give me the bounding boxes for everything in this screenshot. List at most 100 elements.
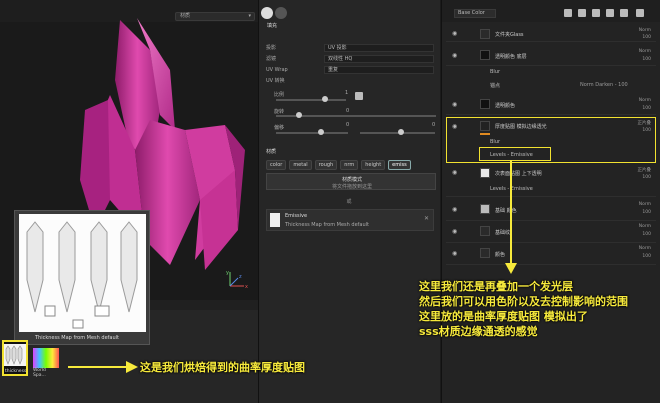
offset-knob-b[interactable] <box>398 129 404 135</box>
annotation-right-line-3: 这里放的是曲率厚度贴图 模拟出了 <box>419 310 588 323</box>
visibility-eye-icon[interactable]: ◉ <box>452 30 457 37</box>
rotation-label: 旋转 <box>274 109 285 115</box>
or-divider: 或 <box>346 199 352 205</box>
material-section-title: 材质 <box>266 149 277 155</box>
layer-item[interactable]: ◉ 透明颜色 底层 Norm 100 <box>446 46 656 66</box>
layer-item[interactable]: ◉ 透明颜色 Norm 100 <box>446 95 656 115</box>
layer-item[interactable]: ◉ 基础纹 Norm 100 <box>446 221 656 243</box>
highlight-box-layer <box>446 117 656 163</box>
layer-opacity[interactable]: 100 <box>642 175 651 180</box>
uv-transform-header[interactable]: UV 转换 <box>266 77 436 86</box>
layer-name: 文件夹Glass <box>495 32 524 38</box>
offset-value-b[interactable]: 0 <box>432 122 435 128</box>
layer-item[interactable]: ◉ 基础 颜色 Norm 100 <box>446 199 656 221</box>
folder-icon <box>480 29 490 39</box>
layer-blend[interactable]: Norm <box>639 202 651 207</box>
layer-effect-blur[interactable]: Blur <box>470 69 654 78</box>
layer-blend[interactable]: Norm <box>639 224 651 229</box>
add-mask-icon[interactable] <box>578 9 586 17</box>
layer-blend[interactable]: Norm <box>639 246 651 251</box>
material-channel-row: color metal rough nrm height emiss <box>266 160 436 170</box>
layer-opacity[interactable]: 100 <box>642 232 651 237</box>
layer-item[interactable]: ◉ 文件夹Glass Norm 100 <box>446 26 656 42</box>
lock-icon[interactable] <box>355 92 363 100</box>
prop-row-filter: 滤镜 双线性 HQ <box>266 55 436 64</box>
tab-properties[interactable] <box>261 7 273 19</box>
source-name: Emissive <box>285 213 308 219</box>
channel-blend-dropdown[interactable]: Base Color <box>454 9 496 18</box>
tiling-knob[interactable] <box>322 96 328 102</box>
layer-opacity[interactable]: 100 <box>642 254 651 259</box>
layer-name: 透明颜色 底层 <box>495 54 527 60</box>
layer-blend[interactable]: Norm <box>639 98 651 103</box>
prop-row-projection: 投影 UV 投影 <box>266 44 436 53</box>
uv-transform-label: UV 转换 <box>266 78 285 84</box>
layer-opacity[interactable]: 100 <box>642 210 651 215</box>
layer-blend[interactable]: Norm <box>639 28 651 33</box>
channel-emiss-button[interactable]: emiss <box>388 160 411 170</box>
layer-thumbnail <box>480 99 490 109</box>
layer-name: 颜色 <box>495 252 506 258</box>
world-space-thumbnail[interactable]: World Spa... <box>33 348 59 378</box>
visibility-eye-icon[interactable]: ◉ <box>452 228 457 235</box>
effect-value: Norm Darken - 100 <box>580 82 628 88</box>
add-layer-icon[interactable] <box>564 9 572 17</box>
visibility-eye-icon[interactable]: ◉ <box>452 250 457 257</box>
layer-opacity[interactable]: 100 <box>642 57 651 62</box>
channel-height-button[interactable]: height <box>361 160 386 170</box>
prop-row-uv-wrap: UV Wrap 重复 <box>266 66 436 75</box>
material-mode-subtitle: 将文件拖放到这里 <box>331 184 372 190</box>
section-fill-title: 填充 <box>267 23 278 29</box>
axis-gizmo: y x z <box>226 270 248 290</box>
close-icon[interactable]: ✕ <box>424 215 429 222</box>
visibility-eye-icon[interactable]: ◉ <box>452 169 457 176</box>
layer-blend[interactable]: 正片叠 <box>638 167 652 173</box>
tiling-slider[interactable] <box>276 99 346 101</box>
visibility-eye-icon[interactable]: ◉ <box>452 52 457 59</box>
layer-blend[interactable]: Norm <box>639 49 651 54</box>
source-description: Thickness Map from Mesh default <box>285 222 370 228</box>
rotation-value[interactable]: 0 <box>346 108 349 114</box>
annotation-right-line-4: sss材质边缘通透的感觉 <box>419 325 538 338</box>
delete-layer-icon[interactable] <box>636 9 644 17</box>
annotation-arrow-down <box>505 160 517 274</box>
folder-icon <box>480 226 490 236</box>
visibility-eye-icon[interactable]: ◉ <box>452 101 457 108</box>
tiling-label: 比例 <box>274 92 285 98</box>
folder-icon <box>480 248 490 258</box>
source-thumbnail <box>270 213 280 227</box>
annotation-right-line-1: 这里我们还是再叠加一个发光层 <box>419 280 573 293</box>
tiling-value[interactable]: 1 <box>345 90 348 96</box>
filter-dropdown[interactable]: 双线性 HQ <box>324 55 434 63</box>
highlight-box-levels <box>479 147 551 161</box>
thumbnail-label: World Spa... <box>33 368 46 378</box>
rotation-knob[interactable] <box>296 112 302 118</box>
add-effect-icon[interactable] <box>592 9 600 17</box>
add-fill-icon[interactable] <box>606 9 614 17</box>
channel-rough-button[interactable]: rough <box>314 160 338 170</box>
layer-name: 透明颜色 <box>495 103 516 109</box>
tab-texture[interactable] <box>275 7 287 19</box>
offset-slider-a[interactable] <box>276 132 348 134</box>
projection-dropdown[interactable]: UV 投影 <box>324 44 434 52</box>
offset-label: 偏移 <box>274 125 285 131</box>
emissive-source-card[interactable]: Emissive Thickness Map from Mesh default… <box>266 209 434 231</box>
visibility-eye-icon[interactable]: ◉ <box>452 206 457 213</box>
layer-effect-anchor[interactable]: 锚点 Norm Darken - 100 <box>470 82 654 91</box>
effect-label: Blur <box>490 69 501 75</box>
layer-opacity[interactable]: 100 <box>642 35 651 40</box>
channel-nrm-button[interactable]: nrm <box>340 160 359 170</box>
layer-opacity[interactable]: 100 <box>642 106 651 111</box>
offset-knob-a[interactable] <box>318 129 324 135</box>
layer-item[interactable]: ◉ 颜色 Norm 100 <box>446 243 656 265</box>
offset-value-a[interactable]: 0 <box>346 122 349 128</box>
channel-metal-button[interactable]: metal <box>289 160 312 170</box>
add-folder-icon[interactable] <box>620 9 628 17</box>
thickness-preview-tooltip: Thickness Map from Mesh default <box>14 210 150 345</box>
channel-color-button[interactable]: color <box>266 160 287 170</box>
material-mode-box[interactable]: 材质模式 将文件拖放到这里 <box>266 173 436 190</box>
thickness-map-thumbnail[interactable]: thickness <box>2 340 28 376</box>
uv-wrap-dropdown[interactable]: 重复 <box>324 66 434 74</box>
layer-effect-levels[interactable]: Levels - Emissive <box>470 186 654 195</box>
prop-key: UV Wrap <box>266 67 288 73</box>
